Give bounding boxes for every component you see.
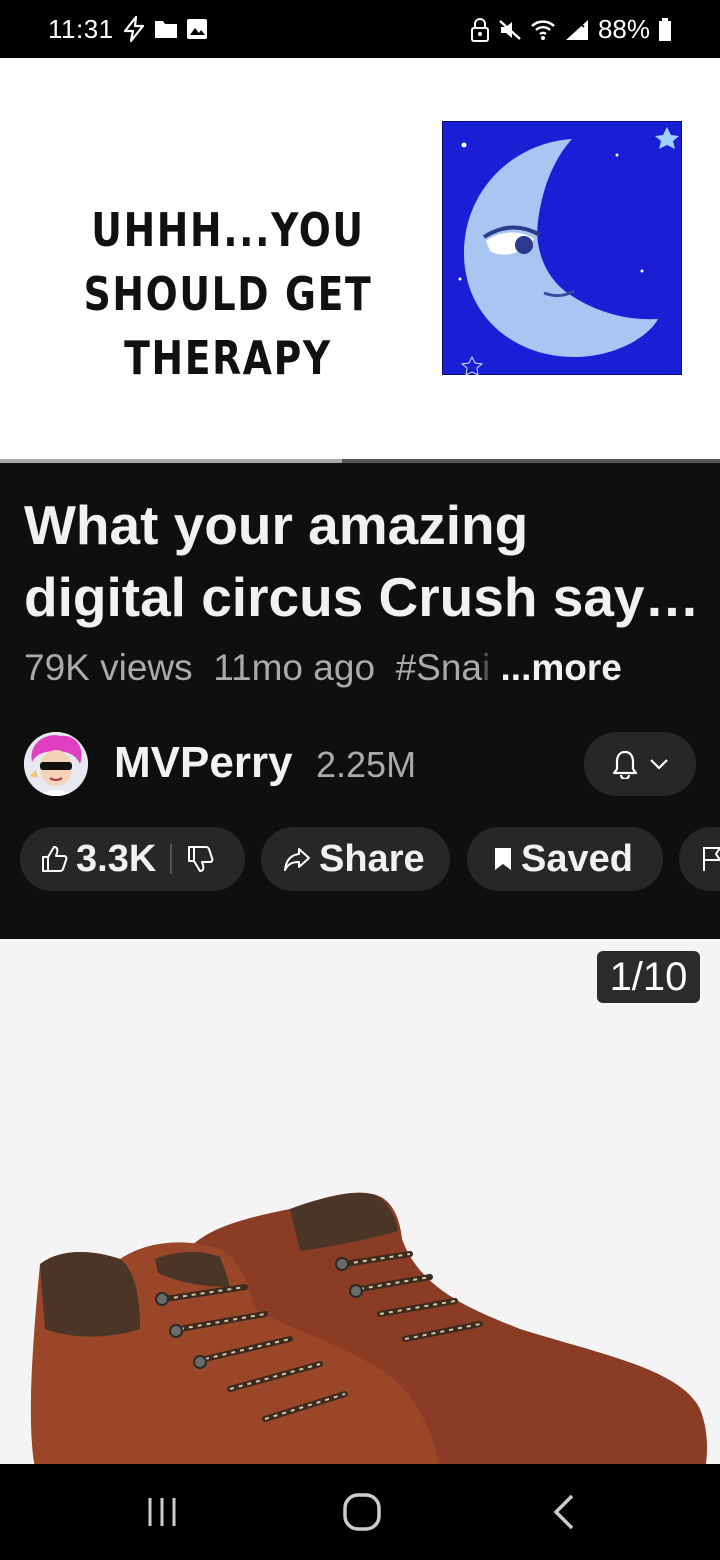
video-info-panel: What your amazing digital circus Crush s… <box>0 463 720 939</box>
battery-icon <box>659 17 671 41</box>
recents-icon[interactable] <box>144 1494 180 1530</box>
video-caption: UHHH...YOU SHOULD GET THERAPY <box>83 203 373 385</box>
share-label: Share <box>319 837 425 880</box>
boots-image <box>30 1192 707 1464</box>
hashtag[interactable]: #Sna <box>396 647 482 688</box>
share-button[interactable]: Share <box>261 827 450 891</box>
chevron-down-icon <box>650 759 668 770</box>
action-bar: 3.3K Share Saved <box>20 827 720 891</box>
status-time: 11:31 <box>48 14 114 44</box>
wifi-icon <box>531 19 555 40</box>
system-navigation-bar <box>0 1464 720 1560</box>
community-post-image[interactable]: 1/10 <box>0 939 720 1464</box>
saved-button[interactable]: Saved <box>467 827 663 891</box>
flag-icon <box>703 847 720 871</box>
like-divider <box>170 844 173 874</box>
like-dislike-group: 3.3K <box>20 827 245 891</box>
video-player[interactable]: UHHH...YOU SHOULD GET THERAPY <box>0 58 720 460</box>
thumbs-up-icon[interactable] <box>40 844 68 874</box>
home-icon[interactable] <box>342 1492 382 1532</box>
view-count: 79K views <box>24 647 193 688</box>
like-count[interactable]: 3.3K <box>76 838 156 881</box>
lock-icon <box>470 17 489 42</box>
bookmark-icon <box>495 848 511 870</box>
mute-icon <box>499 19 521 40</box>
image-counter: 1/10 <box>597 951 700 1003</box>
saved-label: Saved <box>521 837 633 880</box>
lightning-icon <box>123 16 145 42</box>
channel-row[interactable]: MVPerry 2.25M <box>24 730 696 798</box>
upload-age: 11mo ago <box>213 647 376 688</box>
share-icon <box>284 848 310 871</box>
video-title[interactable]: What your amazing digital circus Crush s… <box>24 489 704 633</box>
more-link[interactable]: ...more <box>501 647 622 688</box>
thumbs-down-icon[interactable] <box>186 844 214 874</box>
video-meta[interactable]: 79K views 11mo ago #Snai ...more <box>24 647 622 689</box>
signal-icon <box>565 19 588 40</box>
hashtag-fade: i <box>482 647 491 688</box>
avatar[interactable] <box>24 732 88 796</box>
report-button[interactable] <box>679 827 720 891</box>
moon-image <box>442 121 682 375</box>
battery-percent: 88% <box>597 14 650 44</box>
notification-button[interactable] <box>584 732 696 796</box>
image-icon <box>187 19 207 39</box>
folder-icon <box>155 21 177 38</box>
channel-name[interactable]: MVPerry <box>114 738 293 788</box>
bell-icon <box>612 750 638 779</box>
subscriber-count: 2.25M <box>316 744 417 785</box>
back-icon[interactable] <box>548 1492 580 1532</box>
status-bar: 11:31 88% <box>0 0 720 58</box>
